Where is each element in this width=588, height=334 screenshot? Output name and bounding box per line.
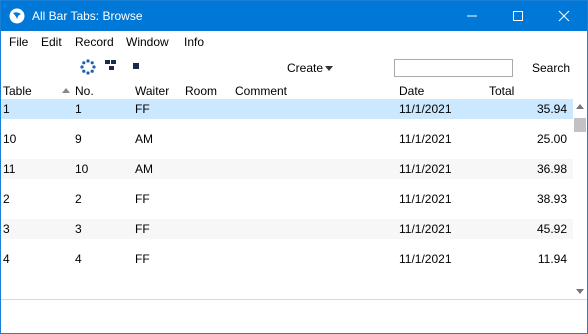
scroll-down-icon[interactable] — [576, 289, 584, 294]
circle-arrows-icon[interactable] — [80, 59, 96, 75]
cell-table: 1 — [3, 102, 10, 116]
chevron-down-icon[interactable] — [325, 66, 333, 71]
maximize-icon — [513, 11, 523, 21]
table-row[interactable]: 11 10 AM 11/1/2021 36.98 — [1, 159, 573, 179]
create-button[interactable]: Create — [287, 61, 323, 75]
cell-date: 11/1/2021 — [399, 162, 452, 176]
cell-waiter: FF — [135, 222, 150, 236]
menu-bar: File Edit Record Window Info — [1, 31, 587, 52]
col-date[interactable]: Date — [399, 84, 424, 98]
browse-window: All Bar Tabs: Browse File Edit Record Wi… — [0, 0, 588, 334]
cell-waiter: FF — [135, 252, 150, 266]
table-row[interactable]: 10 9 AM 11/1/2021 25.00 — [1, 129, 573, 149]
cell-table: 10 — [3, 132, 17, 146]
cell-date: 11/1/2021 — [399, 132, 452, 146]
cell-waiter: AM — [135, 132, 153, 146]
cell-total: 35.94 — [536, 102, 567, 116]
cell-date: 11/1/2021 — [399, 252, 452, 266]
column-header: Table No. Waiter Room Comment Date Total — [1, 84, 587, 99]
toolbar: Create Search — [1, 52, 587, 84]
col-total[interactable]: Total — [489, 84, 514, 98]
app-logo-icon — [9, 8, 25, 24]
cell-no: 4 — [75, 252, 82, 266]
col-room[interactable]: Room — [185, 84, 217, 98]
minimize-button[interactable] — [449, 1, 495, 31]
table-row[interactable]: 1 1 FF 11/1/2021 35.94 — [1, 99, 573, 119]
close-button[interactable] — [541, 1, 587, 31]
cell-table: 11 — [3, 162, 16, 176]
cell-total: 36.98 — [536, 162, 567, 176]
cell-total: 45.92 — [536, 222, 567, 236]
col-comment[interactable]: Comment — [235, 84, 287, 98]
cell-total: 11.94 — [537, 252, 567, 266]
cell-table: 4 — [3, 252, 10, 266]
cell-date: 11/1/2021 — [399, 192, 452, 206]
status-bar — [1, 299, 587, 333]
cascade-windows-icon[interactable] — [105, 60, 119, 72]
menu-info[interactable]: Info — [184, 35, 204, 49]
cell-no: 1 — [75, 102, 82, 116]
cell-no: 10 — [75, 162, 89, 176]
scroll-up-icon[interactable] — [576, 104, 584, 109]
cell-no: 3 — [75, 222, 82, 236]
search-input[interactable] — [394, 59, 513, 77]
sort-ascending-icon — [62, 88, 70, 93]
window-title: All Bar Tabs: Browse — [32, 9, 143, 23]
menu-edit[interactable]: Edit — [41, 35, 62, 49]
cell-table: 2 — [3, 192, 10, 206]
maximize-button[interactable] — [495, 1, 541, 31]
col-no[interactable]: No. — [75, 84, 94, 98]
col-table[interactable]: Table — [3, 84, 32, 98]
table-row[interactable]: 4 4 FF 11/1/2021 11.94 — [1, 249, 573, 269]
cell-no: 2 — [75, 192, 82, 206]
cell-waiter: AM — [135, 162, 153, 176]
close-icon — [558, 10, 570, 22]
col-waiter[interactable]: Waiter — [135, 84, 169, 98]
table-row[interactable]: 3 3 FF 11/1/2021 45.92 — [1, 219, 573, 239]
menu-window[interactable]: Window — [126, 35, 169, 49]
menu-record[interactable]: Record — [75, 35, 114, 49]
cell-total: 25.00 — [536, 132, 567, 146]
title-bar[interactable]: All Bar Tabs: Browse — [1, 1, 587, 31]
cell-waiter: FF — [135, 102, 150, 116]
tab-list: 1 1 FF 11/1/2021 35.94 10 9 AM 11/1/2021… — [1, 99, 573, 299]
minimize-icon — [467, 15, 477, 17]
cell-date: 11/1/2021 — [399, 222, 452, 236]
scroll-thumb[interactable] — [574, 118, 586, 132]
cell-total: 38.93 — [536, 192, 567, 206]
cell-date: 11/1/2021 — [399, 102, 452, 116]
vertical-scrollbar[interactable] — [573, 99, 587, 299]
stop-square-icon[interactable] — [133, 63, 139, 69]
cell-waiter: FF — [135, 192, 150, 206]
search-button[interactable]: Search — [532, 61, 570, 75]
cell-no: 9 — [75, 132, 82, 146]
cell-table: 3 — [3, 222, 10, 236]
menu-file[interactable]: File — [9, 35, 28, 49]
table-row[interactable]: 2 2 FF 11/1/2021 38.93 — [1, 189, 573, 209]
